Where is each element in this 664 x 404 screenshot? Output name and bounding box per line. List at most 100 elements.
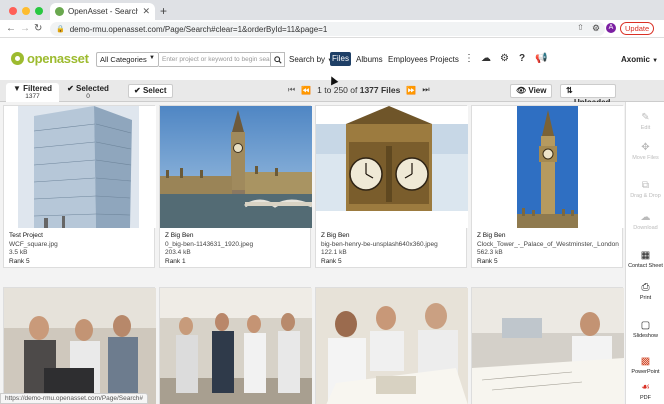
printer-icon: ⎙ (641, 282, 650, 293)
sidebar-item-powerpoint[interactable]: ▩ PowerPoint (626, 356, 664, 376)
new-tab-button[interactable]: + (160, 4, 167, 18)
sidebar-item-label: Contact Sheet (628, 263, 663, 269)
file-card[interactable]: Z Big Ben 0_big-ben-1143631_1920.jpeg 20… (159, 105, 312, 268)
file-size: 562.3 kB (477, 249, 503, 256)
file-thumbnail[interactable] (472, 106, 624, 228)
sidebar-item-print[interactable]: ⎙ Print (626, 282, 664, 302)
url-text: demo-rmu.openasset.com/Page/Search#clear… (69, 24, 328, 34)
logo-text: openasset (27, 51, 89, 66)
sidebar-item-edit[interactable]: ✎ Edit (626, 112, 664, 132)
reload-icon[interactable]: ↻ (34, 23, 42, 34)
file-project: Z Big Ben (321, 232, 350, 239)
next-page-icon[interactable]: ⏩ (406, 86, 416, 95)
search-button[interactable] (271, 52, 285, 67)
update-button[interactable]: Update (620, 22, 655, 35)
file-meta: Z Big Ben 0_big-ben-1143631_1920.jpeg 20… (165, 232, 307, 266)
forward-arrow-icon[interactable]: → (20, 23, 30, 34)
sidebar-item-download[interactable]: ☁ Download (626, 212, 664, 232)
pagination-label: 1 to 250 of 1377 Files (317, 85, 400, 95)
tab-selected[interactable]: ✔ Selected 0 (62, 83, 114, 102)
file-name: big-ben-henry-be-unsplash640x360.jpeg (321, 240, 438, 248)
help-icon[interactable]: ? (519, 53, 525, 64)
window-maximize-button[interactable] (35, 7, 43, 15)
file-card[interactable] (315, 287, 468, 404)
sidebar-item-label: PowerPoint (631, 369, 660, 375)
architect-desk-image (472, 288, 624, 404)
search-by-dropdown[interactable]: Search by ▼ (289, 55, 333, 64)
search-input[interactable]: Enter project or keyword to begin search… (159, 52, 271, 67)
prev-page-icon[interactable]: ⏪ (301, 86, 311, 95)
file-thumbnail[interactable] (4, 106, 156, 228)
sidebar-item-slideshow[interactable]: ▢ Slideshow (626, 320, 664, 340)
file-rank: Rank 5 (9, 257, 30, 265)
category-select[interactable]: All Categories ▼ (96, 52, 159, 67)
window-minimize-button[interactable] (22, 7, 30, 15)
cloud-upload-icon[interactable]: ☁ (481, 53, 491, 64)
nav-files[interactable]: Files (330, 52, 351, 66)
sidebar-item-label: Drag & Drop (630, 193, 661, 199)
url-field[interactable]: 🔒 demo-rmu.openasset.com/Page/Search#cle… (50, 22, 605, 36)
file-thumbnail[interactable] (316, 106, 468, 228)
search-icon (273, 55, 282, 64)
view-button-label: View (528, 86, 547, 95)
tab-close-icon[interactable]: ✕ (142, 6, 150, 17)
file-card[interactable] (159, 287, 312, 404)
profile-avatar[interactable]: A (606, 23, 616, 33)
file-rank: Rank 1 (165, 257, 186, 265)
file-card[interactable] (3, 287, 156, 404)
check-circle-icon: ✔ (134, 86, 141, 95)
file-card[interactable]: Test Project WCF_square.jpg 3.5 kB Rank … (3, 105, 156, 268)
browser-tabbar: OpenAsset - Search Results ✕ + (0, 0, 664, 20)
view-button[interactable]: 👁 View (510, 84, 553, 98)
share-icon[interactable]: ⇧ (577, 23, 584, 32)
building-image (4, 106, 156, 228)
openasset-logo[interactable]: openasset (11, 51, 89, 66)
pagination-range: 1 to 250 of (317, 85, 358, 95)
file-thumbnail[interactable] (160, 106, 312, 228)
pencil-icon: ✎ (641, 112, 650, 123)
sidebar-item-label: Move Files (632, 155, 659, 161)
sort-button[interactable]: ⇅ Uploaded (560, 84, 616, 107)
file-card[interactable]: Z Big Ben big-ben-henry-be-unsplash640x3… (315, 105, 468, 268)
sort-icon: ⇅ (566, 86, 573, 95)
address-bar-row: ← → ↻ 🔒 demo-rmu.openasset.com/Page/Sear… (0, 20, 664, 38)
file-size: 122.1 kB (321, 249, 347, 256)
file-thumbnail[interactable] (160, 288, 312, 404)
file-meta: Z Big Ben big-ben-henry-be-unsplash640x3… (321, 232, 463, 266)
select-button-label: Select (142, 86, 167, 95)
nav-projects[interactable]: Projects (430, 55, 459, 64)
sidebar-item-label: Edit (640, 125, 651, 131)
last-page-icon[interactable]: ⏭ (422, 85, 429, 95)
settings-gear-icon[interactable]: ⚙ (500, 53, 509, 64)
browser-tab[interactable]: OpenAsset - Search Results ✕ (50, 3, 155, 20)
brand-name[interactable]: Axomic ▼ (621, 55, 658, 64)
sidebar-item-pdf[interactable]: ☙ PDF (626, 382, 664, 402)
first-page-icon[interactable]: ⏮ (288, 85, 295, 95)
file-card[interactable]: Z Big Ben Clock_Tower_-_Palace_of_Westmi… (471, 105, 624, 268)
action-sidebar: ✎ Edit ✥ Move Files ⧉ Drag & Drop ☁ Download… (625, 102, 664, 404)
select-button[interactable]: ✔ Select (128, 84, 173, 98)
back-arrow-icon[interactable]: ← (6, 23, 16, 34)
pagination-total: 1377 Files (359, 85, 401, 95)
file-rank: Rank 5 (477, 257, 498, 265)
tab-title: OpenAsset - Search Results (68, 7, 139, 16)
sidebar-item-move-files[interactable]: ✥ Move Files (626, 142, 664, 162)
file-thumbnail[interactable] (4, 288, 156, 404)
more-vertical-icon[interactable]: ⋮ (464, 53, 474, 64)
extensions-icon[interactable]: ⚙ (592, 23, 600, 34)
file-thumbnail[interactable] (472, 288, 624, 404)
chevron-down-icon: ▼ (149, 55, 155, 61)
announcement-icon[interactable]: 📢 (535, 53, 547, 64)
window-close-button[interactable] (9, 7, 17, 15)
sidebar-item-contact-sheet[interactable]: ▦ Contact Sheet (626, 250, 664, 270)
logo-mark-icon (11, 52, 24, 65)
sidebar-item-label: Download (633, 225, 658, 231)
file-card[interactable] (471, 287, 624, 404)
filtered-count: 1377 (25, 93, 40, 100)
nav-albums[interactable]: Albums (356, 55, 383, 64)
file-thumbnail[interactable] (316, 288, 468, 404)
tab-filtered[interactable]: ▼ Filtered 1377 (6, 83, 59, 102)
sidebar-item-drag-drop[interactable]: ⧉ Drag & Drop (626, 180, 664, 200)
file-size: 3.5 kB (9, 249, 28, 256)
nav-employees[interactable]: Employees (388, 55, 428, 64)
